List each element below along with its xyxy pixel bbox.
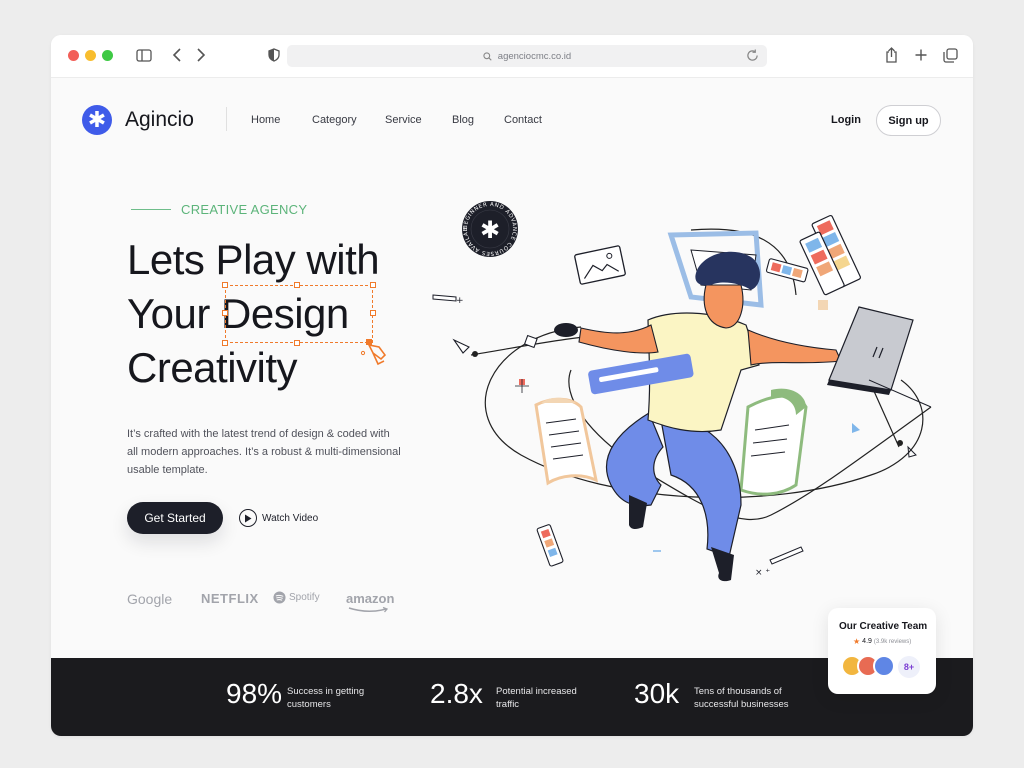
maximize-window-button[interactable] [102,50,113,61]
svg-text:✱: ✱ [480,216,500,244]
more-members-badge: 8+ [898,656,920,678]
eyebrow-line [131,209,171,210]
stat-label: Success in getting customers [287,686,365,710]
sidebar-icon[interactable] [135,46,153,64]
url-text: agenciocmc.co.id [497,50,572,62]
spotify-label: Spotify [289,592,320,603]
stat-value: 98% [226,678,283,709]
spotify-icon [273,591,286,604]
brand-name[interactable]: Agincio [125,108,194,132]
login-link[interactable]: Login [831,114,861,126]
hero-eyebrow: CREATIVE AGENCY [181,202,308,217]
star-icon: ★ [853,637,861,646]
stat-label: Potential increased traffic [496,686,577,710]
svg-text:× ⁺: × ⁺ [755,568,770,578]
watch-video-label: Watch Video [262,512,319,524]
amazon-logo: amazon [346,591,395,613]
close-window-button[interactable] [68,50,79,61]
share-icon[interactable] [882,46,900,64]
signup-button[interactable]: Sign up [876,105,941,136]
stat-value: 2.8x [430,678,483,709]
play-icon [239,509,257,527]
nav-divider [226,107,227,131]
shield-icon[interactable] [265,46,283,64]
amazon-label: amazon [346,591,395,606]
stat-label: Tens of thousands of successful business… [694,686,789,710]
get-started-button[interactable]: Get Started [127,502,223,534]
netflix-logo: NETFLIX [201,591,259,606]
creative-team-card[interactable]: Our Creative Team ★ 4.9 (3.9k reviews) 8… [828,608,936,694]
reviews-count: (3.9k reviews) [873,638,912,645]
browser-toolbar: agenciocmc.co.id [51,35,973,78]
amazon-smile-icon [348,607,389,613]
stat-value: 30k [634,678,680,709]
google-logo: Google [127,591,173,607]
nav-link-service[interactable]: Service [385,114,422,126]
back-icon[interactable] [168,46,186,64]
hero-description: It’s crafted with the latest trend of de… [127,428,401,476]
nav-link-blog[interactable]: Blog [452,114,474,126]
nav-link-category[interactable]: Category [312,114,357,126]
reload-icon[interactable] [746,49,759,65]
address-bar[interactable]: agenciocmc.co.id [287,45,767,67]
avatar [873,655,895,677]
pen-tool-icon [360,339,387,366]
headline-line-1: Lets Play with [127,236,380,283]
nav-link-contact[interactable]: Contact [504,114,542,126]
svg-text:+: + [456,296,464,306]
nav-link-home[interactable]: Home [251,114,280,126]
forward-icon[interactable] [192,46,210,64]
spotify-logo: Spotify [273,591,320,604]
team-rating: ★ 4.9 (3.9k reviews) [853,637,911,646]
new-tab-icon[interactable] [912,46,930,64]
logo-icon[interactable]: ✱ [82,105,112,135]
watch-video-button[interactable]: Watch Video [239,509,318,527]
browser-window: agenciocmc.co.id ✱ Agincio Home Category… [51,35,973,736]
search-icon [483,51,492,61]
tabs-overview-icon[interactable] [941,46,959,64]
team-card-title: Our Creative Team [839,621,928,632]
rating-value: 4.9 [862,638,872,645]
minimize-window-button[interactable] [85,50,96,61]
hero-headline: Lets Play with Your Design Creativity [127,233,427,395]
